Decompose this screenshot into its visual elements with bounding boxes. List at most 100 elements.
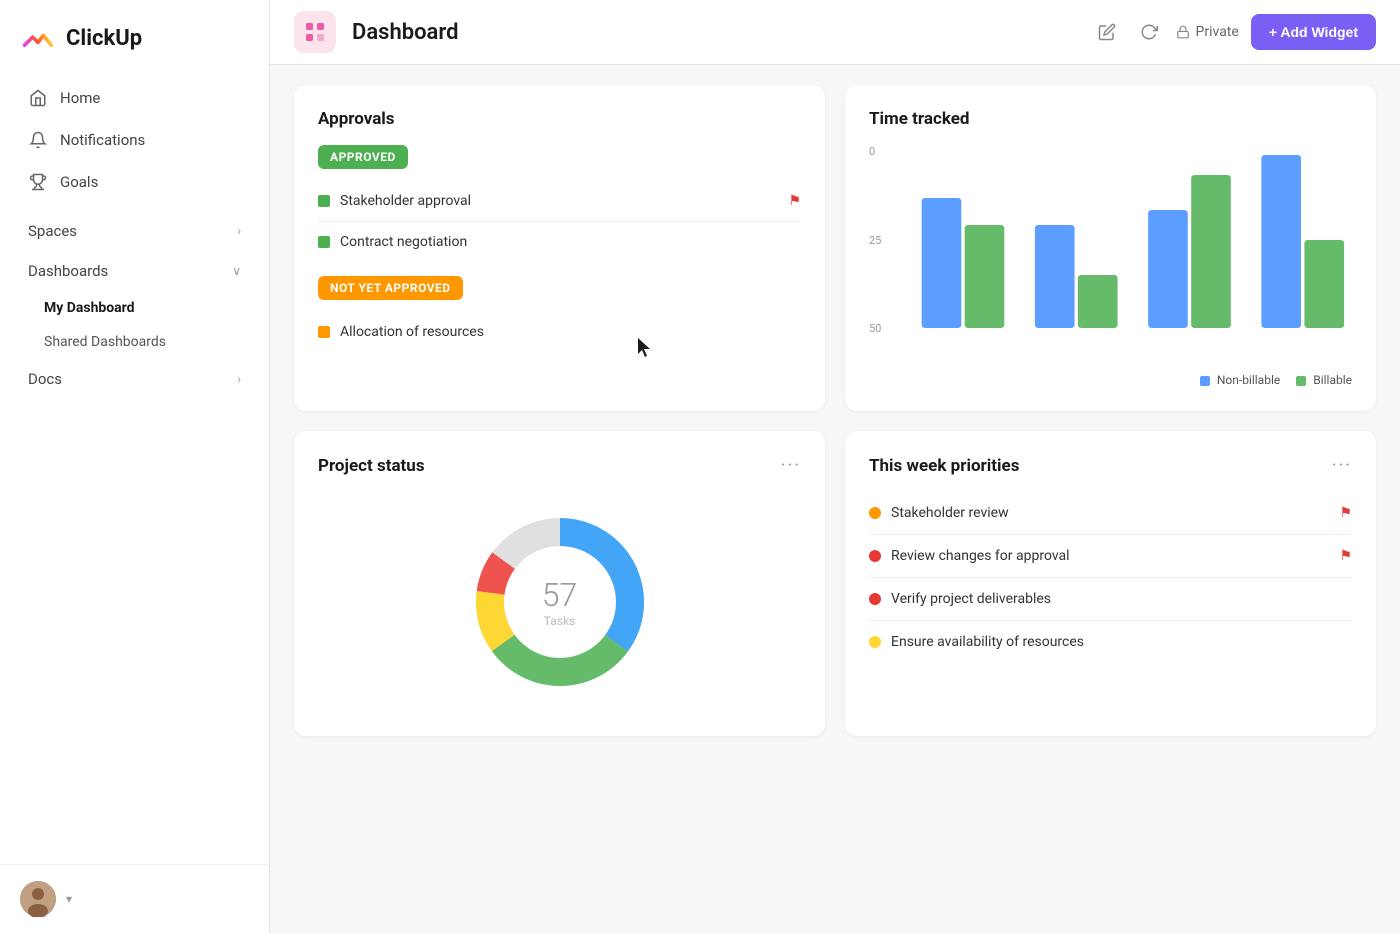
approval-item-contract[interactable]: Contract negotiation xyxy=(318,222,801,262)
priority-item-4[interactable]: Ensure availability of resources xyxy=(869,621,1352,663)
grid-icon xyxy=(303,20,327,44)
priority-item-2[interactable]: Review changes for approval ⚑ xyxy=(869,535,1352,578)
donut-chart: 57 Tasks xyxy=(460,502,660,702)
sidebar-navigation: Home Notifications Goals Spaces › Dashbo… xyxy=(0,66,269,864)
donut-chart-container: 57 Tasks xyxy=(318,492,801,712)
time-tracked-title: Time tracked xyxy=(869,109,1352,129)
approved-badge: APPROVED xyxy=(318,145,408,169)
privacy-indicator: Private xyxy=(1176,24,1239,40)
project-status-card: Project status ··· xyxy=(294,431,825,736)
priority-dot-red-1 xyxy=(869,550,881,562)
chevron-down-icon: ∨ xyxy=(232,264,241,278)
priority-item-3[interactable]: Verify project deliverables xyxy=(869,578,1352,621)
sidebar-item-home-label: Home xyxy=(60,89,241,107)
clickup-logo-icon xyxy=(20,20,56,56)
green-dot-icon xyxy=(318,195,330,207)
project-status-menu-button[interactable]: ··· xyxy=(781,455,801,476)
privacy-label: Private xyxy=(1196,24,1239,40)
pencil-icon xyxy=(1098,23,1116,41)
priority-dot-orange-1 xyxy=(869,507,881,519)
sidebar-footer: ▾ xyxy=(0,864,269,933)
approval-item-text-2: Contract negotiation xyxy=(340,234,467,250)
y-label-0: 0 xyxy=(869,145,894,158)
approved-section: APPROVED Stakeholder approval ⚑ Contract… xyxy=(318,145,801,262)
project-status-title: Project status xyxy=(318,456,425,476)
sidebar-item-goals-label: Goals xyxy=(60,173,241,191)
approval-item-stakeholder[interactable]: Stakeholder approval ⚑ xyxy=(318,181,801,222)
not-approved-section: NOT YET APPROVED Allocation of resources xyxy=(318,276,801,352)
sidebar: ClickUp Home Notifications Goals Sp xyxy=(0,0,270,933)
priority-text-4: Ensure availability of resources xyxy=(891,634,1084,650)
legend-dot-green xyxy=(1296,376,1306,386)
chevron-right-icon: › xyxy=(237,224,241,238)
sidebar-item-home[interactable]: Home xyxy=(8,78,261,118)
sidebar-item-spaces-label: Spaces xyxy=(28,222,225,240)
orange-dot-icon xyxy=(318,326,330,338)
dashboard-icon-badge xyxy=(294,11,336,53)
flag-icon-1: ⚑ xyxy=(788,193,801,209)
time-tracked-card: Time tracked 50 25 0 xyxy=(845,85,1376,411)
chevron-right-docs-icon: › xyxy=(237,372,241,386)
add-widget-button[interactable]: + Add Widget xyxy=(1251,14,1376,50)
page-title: Dashboard xyxy=(352,20,1076,45)
refresh-icon xyxy=(1140,23,1158,41)
topbar: Dashboard Private + Add Widget xyxy=(270,0,1400,65)
y-label-50: 50 xyxy=(869,322,894,335)
priorities-menu-button[interactable]: ··· xyxy=(1332,455,1352,476)
priorities-card: This week priorities ··· Stakeholder rev… xyxy=(845,431,1376,736)
sidebar-item-notifications-label: Notifications xyxy=(60,131,241,149)
main-content: Dashboard Private + Add Widget Approvals xyxy=(270,0,1400,933)
sidebar-item-my-dashboard[interactable]: My Dashboard xyxy=(8,292,261,324)
sidebar-item-my-dashboard-label: My Dashboard xyxy=(44,300,135,316)
approvals-title: Approvals xyxy=(318,109,801,129)
flag-icon-priority-2: ⚑ xyxy=(1339,548,1352,564)
dashboard-grid: Approvals APPROVED Stakeholder approval … xyxy=(294,85,1376,736)
lock-icon xyxy=(1176,25,1190,39)
legend-dot-blue xyxy=(1200,376,1210,386)
sidebar-item-goals[interactable]: Goals xyxy=(8,162,261,202)
legend-non-billable: Non-billable xyxy=(1200,373,1280,387)
y-label-25: 25 xyxy=(869,234,894,247)
refresh-button[interactable] xyxy=(1134,17,1164,47)
approval-item-text-1: Stakeholder approval xyxy=(340,193,471,209)
time-tracked-chart: 50 25 0 xyxy=(869,145,1352,365)
bar-chart-svg xyxy=(899,145,1352,335)
priority-text-1: Stakeholder review xyxy=(891,505,1009,521)
priorities-title: This week priorities xyxy=(869,456,1019,476)
green-dot-icon-2 xyxy=(318,236,330,248)
approval-item-allocation[interactable]: Allocation of resources xyxy=(318,312,801,352)
approval-item-text-3: Allocation of resources xyxy=(340,324,484,340)
bell-icon xyxy=(28,130,48,150)
sidebar-item-spaces[interactable]: Spaces › xyxy=(8,212,261,250)
home-icon xyxy=(28,88,48,108)
logo-text: ClickUp xyxy=(66,26,142,51)
topbar-actions: Private + Add Widget xyxy=(1092,14,1376,50)
priority-text-2: Review changes for approval xyxy=(891,548,1070,564)
logo-container: ClickUp xyxy=(0,0,269,66)
sidebar-item-shared-dashboards[interactable]: Shared Dashboards xyxy=(8,326,261,358)
donut-sub-label: Tasks xyxy=(542,614,578,628)
sidebar-item-docs[interactable]: Docs › xyxy=(8,360,261,398)
avatar[interactable] xyxy=(20,881,56,917)
priorities-header: This week priorities ··· xyxy=(869,455,1352,476)
sidebar-item-docs-label: Docs xyxy=(28,370,225,388)
sidebar-item-notifications[interactable]: Notifications xyxy=(8,120,261,160)
sidebar-item-shared-dashboards-label: Shared Dashboards xyxy=(44,334,166,350)
trophy-icon xyxy=(28,172,48,192)
user-menu-chevron-icon[interactable]: ▾ xyxy=(66,892,72,906)
flag-icon-priority-1: ⚑ xyxy=(1339,505,1352,521)
user-avatar-image xyxy=(20,881,56,917)
chart-y-labels: 50 25 0 xyxy=(869,145,894,335)
sidebar-item-dashboards[interactable]: Dashboards ∨ xyxy=(8,252,261,290)
legend-billable: Billable xyxy=(1296,373,1352,387)
priority-item-1[interactable]: Stakeholder review ⚑ xyxy=(869,492,1352,535)
edit-button[interactable] xyxy=(1092,17,1122,47)
dashboard-content: Approvals APPROVED Stakeholder approval … xyxy=(270,65,1400,933)
priority-text-3: Verify project deliverables xyxy=(891,591,1051,607)
priority-dot-red-2 xyxy=(869,593,881,605)
donut-number: 57 xyxy=(542,576,578,614)
donut-label: 57 Tasks xyxy=(542,576,578,628)
sidebar-item-dashboards-label: Dashboards xyxy=(28,262,220,280)
approvals-card: Approvals APPROVED Stakeholder approval … xyxy=(294,85,825,411)
not-approved-badge: NOT YET APPROVED xyxy=(318,276,463,300)
